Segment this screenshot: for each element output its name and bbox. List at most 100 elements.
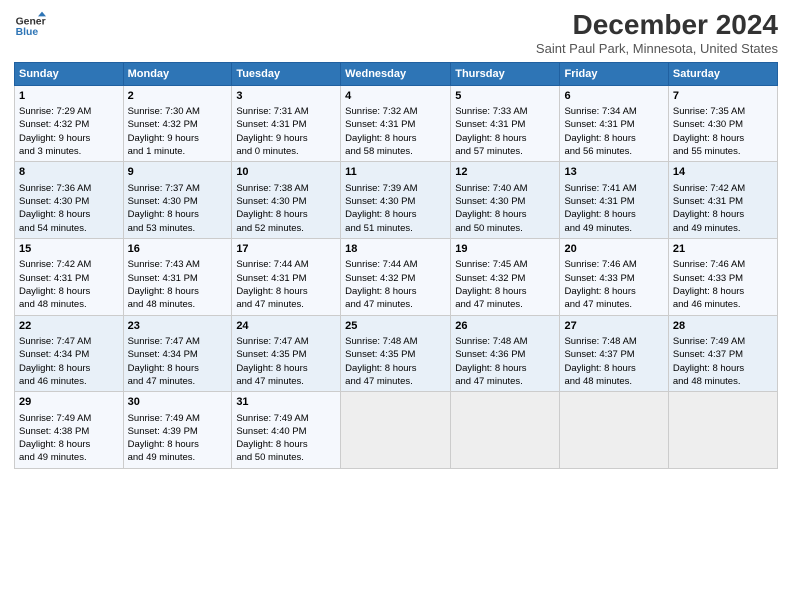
day-info-line: and 47 minutes. <box>236 298 336 311</box>
day-number: 5 <box>455 89 555 104</box>
table-row: 7Sunrise: 7:35 AMSunset: 4:30 PMDaylight… <box>668 85 777 162</box>
day-info-line: Sunrise: 7:44 AM <box>345 258 446 271</box>
day-info-line: Sunrise: 7:46 AM <box>673 258 773 271</box>
day-number: 23 <box>128 319 228 334</box>
day-info-line: Sunrise: 7:34 AM <box>564 105 663 118</box>
day-info-line: and 46 minutes. <box>19 375 119 388</box>
day-number: 18 <box>345 242 446 257</box>
table-row: 2Sunrise: 7:30 AMSunset: 4:32 PMDaylight… <box>123 85 232 162</box>
day-info-line: Sunset: 4:30 PM <box>455 195 555 208</box>
day-number: 15 <box>19 242 119 257</box>
subtitle: Saint Paul Park, Minnesota, United State… <box>536 41 778 56</box>
table-row <box>668 392 777 469</box>
day-info-line: Sunrise: 7:47 AM <box>128 335 228 348</box>
day-info-line: and 55 minutes. <box>673 145 773 158</box>
day-info-line: Sunset: 4:31 PM <box>455 118 555 131</box>
day-info-line: and 47 minutes. <box>564 298 663 311</box>
day-info-line: Sunrise: 7:40 AM <box>455 182 555 195</box>
day-info-line: Sunset: 4:40 PM <box>236 425 336 438</box>
day-info-line: and 53 minutes. <box>128 222 228 235</box>
day-number: 1 <box>19 89 119 104</box>
day-info-line: and 47 minutes. <box>455 375 555 388</box>
day-info-line: Sunset: 4:33 PM <box>673 272 773 285</box>
day-number: 21 <box>673 242 773 257</box>
table-row: 18Sunrise: 7:44 AMSunset: 4:32 PMDayligh… <box>341 238 451 315</box>
page: General Blue December 2024 Saint Paul Pa… <box>0 0 792 612</box>
day-number: 13 <box>564 165 663 180</box>
day-info-line: Sunset: 4:35 PM <box>345 348 446 361</box>
calendar-week-row: 22Sunrise: 7:47 AMSunset: 4:34 PMDayligh… <box>15 315 778 392</box>
day-info-line: Sunset: 4:35 PM <box>236 348 336 361</box>
day-info-line: Daylight: 8 hours <box>128 438 228 451</box>
day-number: 27 <box>564 319 663 334</box>
day-number: 9 <box>128 165 228 180</box>
day-info-line: Daylight: 8 hours <box>455 132 555 145</box>
day-number: 30 <box>128 395 228 410</box>
day-info-line: and 3 minutes. <box>19 145 119 158</box>
table-row <box>341 392 451 469</box>
day-number: 14 <box>673 165 773 180</box>
day-info-line: Sunrise: 7:48 AM <box>564 335 663 348</box>
day-info-line: Daylight: 8 hours <box>673 362 773 375</box>
day-info-line: Sunrise: 7:44 AM <box>236 258 336 271</box>
day-info-line: Sunset: 4:31 PM <box>673 195 773 208</box>
svg-text:General: General <box>16 16 46 27</box>
day-number: 20 <box>564 242 663 257</box>
day-number: 25 <box>345 319 446 334</box>
day-number: 8 <box>19 165 119 180</box>
day-info-line: and 50 minutes. <box>236 451 336 464</box>
day-info-line: and 46 minutes. <box>673 298 773 311</box>
day-info-line: Sunrise: 7:49 AM <box>236 412 336 425</box>
title-block: December 2024 Saint Paul Park, Minnesota… <box>536 10 778 56</box>
day-info-line: Sunrise: 7:39 AM <box>345 182 446 195</box>
day-info-line: Daylight: 8 hours <box>236 438 336 451</box>
day-info-line: and 47 minutes. <box>236 375 336 388</box>
day-info-line: Daylight: 8 hours <box>564 285 663 298</box>
table-row: 3Sunrise: 7:31 AMSunset: 4:31 PMDaylight… <box>232 85 341 162</box>
day-info-line: Sunrise: 7:45 AM <box>455 258 555 271</box>
table-row: 5Sunrise: 7:33 AMSunset: 4:31 PMDaylight… <box>451 85 560 162</box>
svg-text:Blue: Blue <box>16 27 39 38</box>
table-row: 11Sunrise: 7:39 AMSunset: 4:30 PMDayligh… <box>341 162 451 239</box>
day-info-line: and 48 minutes. <box>673 375 773 388</box>
day-info-line: Daylight: 8 hours <box>673 285 773 298</box>
day-info-line: Daylight: 8 hours <box>455 285 555 298</box>
day-info-line: Sunset: 4:32 PM <box>19 118 119 131</box>
day-info-line: and 49 minutes. <box>128 451 228 464</box>
day-info-line: Sunrise: 7:47 AM <box>236 335 336 348</box>
day-number: 7 <box>673 89 773 104</box>
day-info-line: Sunset: 4:37 PM <box>564 348 663 361</box>
logo-icon: General Blue <box>14 10 46 42</box>
header-thursday: Thursday <box>451 62 560 85</box>
day-info-line: Daylight: 8 hours <box>128 362 228 375</box>
table-row: 23Sunrise: 7:47 AMSunset: 4:34 PMDayligh… <box>123 315 232 392</box>
table-row: 6Sunrise: 7:34 AMSunset: 4:31 PMDaylight… <box>560 85 668 162</box>
table-row: 9Sunrise: 7:37 AMSunset: 4:30 PMDaylight… <box>123 162 232 239</box>
logo: General Blue <box>14 10 46 42</box>
day-number: 10 <box>236 165 336 180</box>
day-info-line: Sunrise: 7:38 AM <box>236 182 336 195</box>
table-row: 25Sunrise: 7:48 AMSunset: 4:35 PMDayligh… <box>341 315 451 392</box>
header-tuesday: Tuesday <box>232 62 341 85</box>
header-sunday: Sunday <box>15 62 124 85</box>
header-wednesday: Wednesday <box>341 62 451 85</box>
day-info-line: Sunrise: 7:46 AM <box>564 258 663 271</box>
day-number: 11 <box>345 165 446 180</box>
day-info-line: Daylight: 8 hours <box>345 132 446 145</box>
header-monday: Monday <box>123 62 232 85</box>
day-info-line: Daylight: 8 hours <box>345 208 446 221</box>
day-info-line: Sunrise: 7:48 AM <box>455 335 555 348</box>
main-title: December 2024 <box>536 10 778 41</box>
table-row: 10Sunrise: 7:38 AMSunset: 4:30 PMDayligh… <box>232 162 341 239</box>
header-saturday: Saturday <box>668 62 777 85</box>
day-info-line: Daylight: 8 hours <box>236 208 336 221</box>
day-info-line: Sunset: 4:30 PM <box>19 195 119 208</box>
day-number: 22 <box>19 319 119 334</box>
table-row: 4Sunrise: 7:32 AMSunset: 4:31 PMDaylight… <box>341 85 451 162</box>
day-info-line: Daylight: 8 hours <box>564 132 663 145</box>
table-row: 21Sunrise: 7:46 AMSunset: 4:33 PMDayligh… <box>668 238 777 315</box>
day-number: 3 <box>236 89 336 104</box>
day-info-line: Sunset: 4:32 PM <box>455 272 555 285</box>
day-info-line: Daylight: 8 hours <box>345 285 446 298</box>
day-info-line: and 49 minutes. <box>19 451 119 464</box>
